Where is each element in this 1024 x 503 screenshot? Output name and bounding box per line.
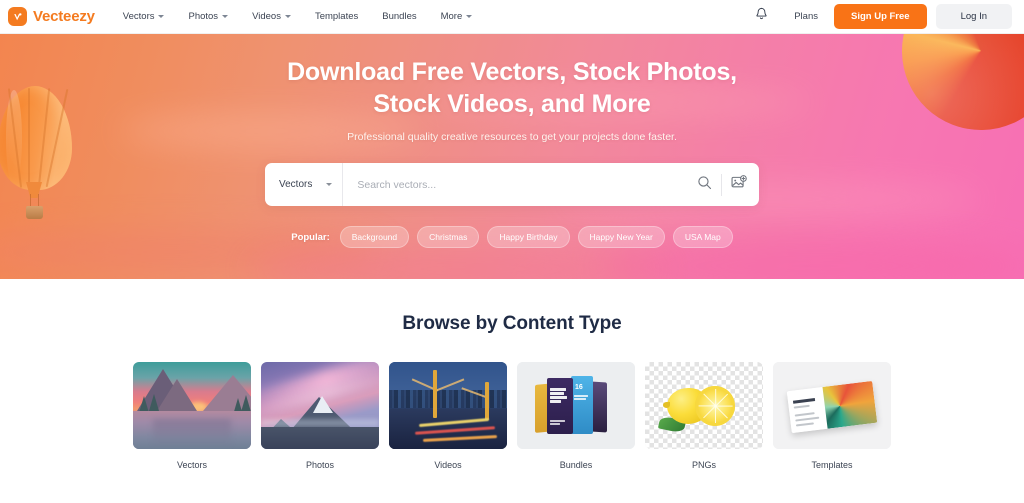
content-card-thumbnail (261, 362, 379, 449)
content-card-pngs[interactable]: PNGs (645, 362, 763, 470)
content-card-photos[interactable]: Photos (261, 362, 379, 470)
nav-label: Templates (314, 11, 359, 22)
search-icon (697, 175, 712, 195)
lemon-half (695, 386, 735, 426)
content-card-label: Bundles (559, 460, 593, 470)
search-bar: Vectors (265, 163, 759, 206)
content-card-label: Photos (305, 460, 335, 470)
nav-label: Bundles (382, 11, 417, 22)
content-card-thumbnail (773, 362, 891, 449)
hero-title-line-2: Stock Videos, and More (373, 90, 651, 118)
logo[interactable]: Vecteezy (8, 7, 95, 26)
nav-label: More (440, 11, 463, 22)
hero-title-line-1: Download Free Vectors, Stock Photos, (287, 58, 737, 86)
bell-icon (755, 7, 768, 26)
content-card-thumbnail (645, 362, 763, 449)
nav-item-vectors[interactable]: Vectors (111, 5, 177, 28)
chevron-down-icon (284, 15, 291, 18)
content-card-thumbnail (133, 362, 251, 449)
content-card-templates[interactable]: Templates (773, 362, 891, 470)
nav-item-more[interactable]: More (429, 5, 485, 28)
chevron-down-icon (466, 15, 473, 18)
hero-content: Download Free Vectors, Stock Photos, Sto… (0, 34, 1024, 279)
search-button[interactable] (687, 163, 721, 206)
nav-item-bundles[interactable]: Bundles (370, 5, 428, 28)
main-nav: Vectors Photos Videos Templates Bundles … (111, 5, 484, 28)
section-title: Browse by Content Type (402, 313, 622, 334)
search-category-select[interactable]: Vectors (265, 163, 344, 206)
content-card-videos[interactable]: Videos (389, 362, 507, 470)
search-input[interactable] (343, 163, 687, 206)
browse-by-content-type-section: Browse by Content Type Vectors Photos Vi… (0, 279, 1024, 503)
content-card-thumbnail (389, 362, 507, 449)
nav-item-photos[interactable]: Photos (176, 5, 240, 28)
popular-tag-usa-map[interactable]: USA Map (672, 226, 733, 248)
popular-tag-background[interactable]: Background (339, 226, 410, 248)
notifications-button[interactable] (745, 3, 778, 30)
content-card-label: Vectors (176, 460, 207, 470)
content-card-label: PNGs (691, 460, 716, 470)
content-type-cards: Vectors Photos Videos 16 Bundles PNGs Te… (0, 362, 1024, 470)
content-card-bundles[interactable]: 16 Bundles (517, 362, 635, 470)
page-title: Download Free Vectors, Stock Photos, Sto… (287, 56, 737, 120)
log-in-button[interactable]: Log In (935, 4, 1012, 29)
nav-label: Videos (252, 11, 281, 22)
nav-label: Photos (188, 11, 219, 22)
vecteezy-v-logo-icon (8, 7, 27, 26)
image-search-button[interactable] (722, 163, 756, 206)
popular-tag-happy-new-year[interactable]: Happy New Year (577, 226, 665, 248)
sign-up-free-button[interactable]: Sign Up Free (833, 4, 927, 29)
content-card-label: Videos (434, 460, 462, 470)
logo-text: Vecteezy (33, 8, 95, 25)
chevron-down-icon (326, 183, 333, 186)
nav-item-videos[interactable]: Videos (240, 5, 303, 28)
plans-link[interactable]: Plans (778, 5, 834, 28)
content-card-vectors[interactable]: Vectors (133, 362, 251, 470)
search-category-value: Vectors (279, 179, 313, 190)
chevron-down-icon (158, 15, 165, 18)
popular-tag-christmas[interactable]: Christmas (417, 226, 480, 248)
image-search-icon (731, 174, 747, 195)
header-actions: Plans Sign Up Free Log In (745, 3, 1012, 30)
nav-item-templates[interactable]: Templates (303, 5, 370, 28)
hero-banner: Download Free Vectors, Stock Photos, Sto… (0, 34, 1024, 279)
popular-searches: Popular: Background Christmas Happy Birt… (291, 226, 733, 248)
popular-tag-happy-birthday[interactable]: Happy Birthday (487, 226, 570, 248)
site-header: Vecteezy Vectors Photos Videos Templates… (0, 0, 1024, 34)
content-card-label: Templates (811, 460, 853, 470)
content-card-thumbnail: 16 (517, 362, 635, 449)
chevron-down-icon (222, 15, 229, 18)
hero-subtitle: Professional quality creative resources … (347, 131, 677, 143)
nav-label: Vectors (122, 11, 155, 22)
popular-label: Popular: (291, 231, 330, 243)
